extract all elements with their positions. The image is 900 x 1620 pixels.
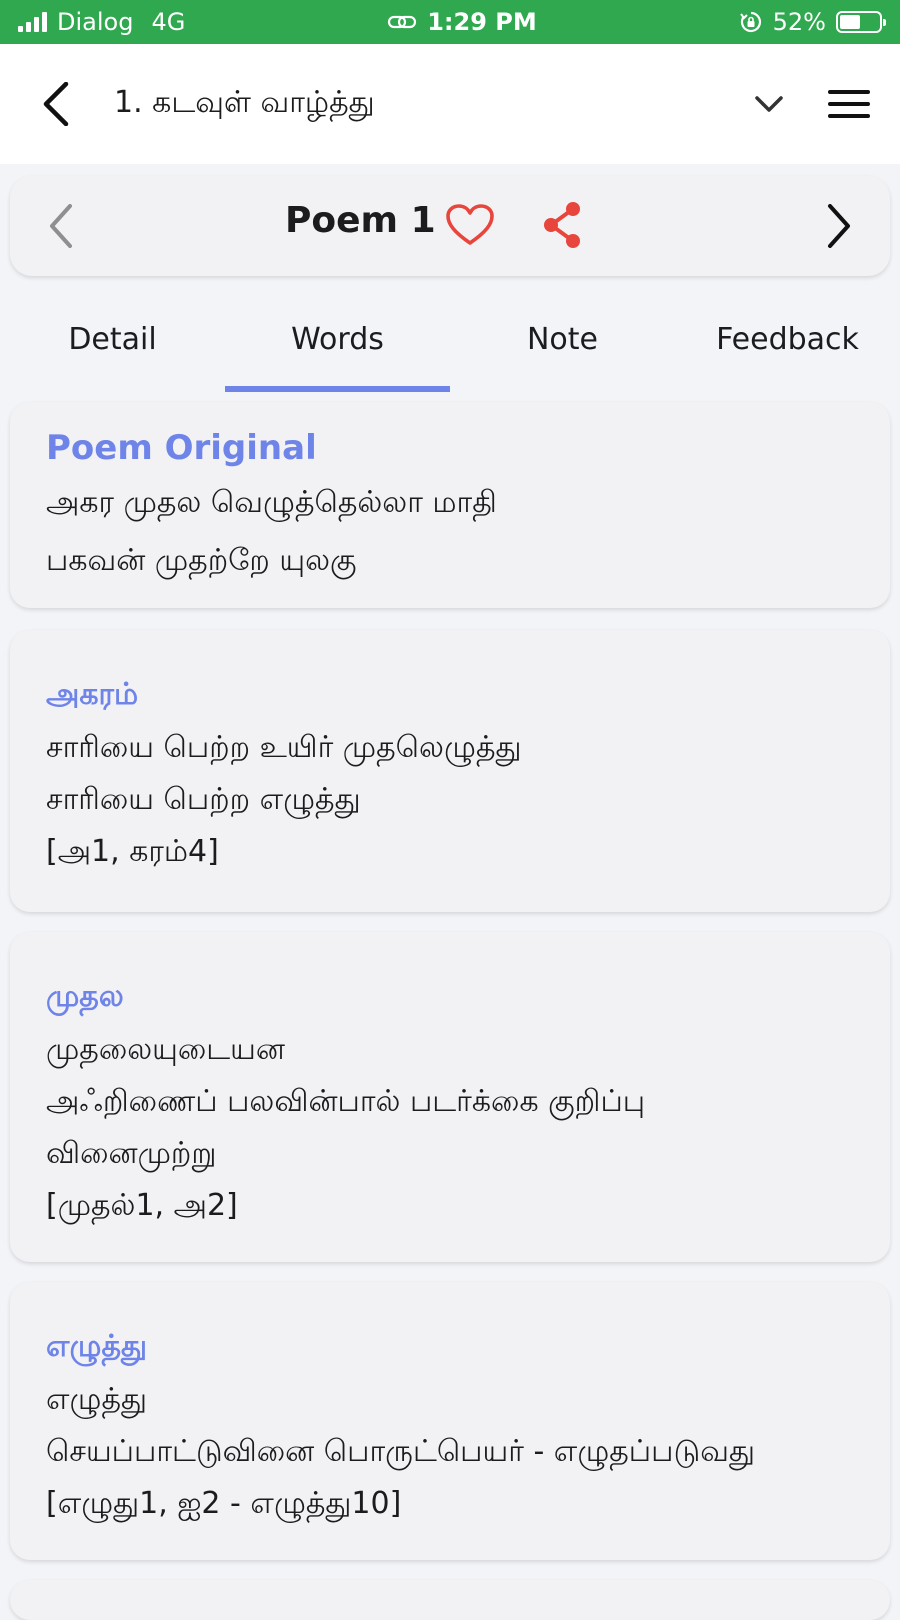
- status-time: 1:29 PM: [427, 8, 537, 36]
- status-bar: Dialog 4G 1:29 PM 52%: [0, 0, 900, 44]
- dropdown-button[interactable]: [754, 94, 784, 114]
- word-title: அகரம்: [46, 677, 139, 712]
- word-meaning: செயப்பாட்டுவினை பொருட்பெயர் - எழுதப்படுவ…: [46, 1434, 755, 1469]
- chevron-right-icon: [828, 204, 850, 248]
- word-meaning: அஃறிணைப் பலவின்பால் படர்க்கை குறிப்பு: [46, 1084, 646, 1119]
- tab-feedback[interactable]: Feedback: [675, 300, 900, 392]
- word-meaning: சாரியை பெற்ற எழுத்து: [46, 782, 361, 817]
- share-icon: [544, 202, 580, 248]
- signal-icon: [18, 12, 47, 32]
- word-split: [எழுது1, ஐ2 - எழுத்து10]: [46, 1486, 402, 1521]
- word-split: [அ1, கரம்4]: [46, 834, 219, 869]
- heart-icon: [446, 204, 494, 245]
- word-title: எழுத்து: [46, 1329, 148, 1364]
- chevron-down-icon: [755, 96, 783, 112]
- tab-words[interactable]: Words: [225, 300, 450, 392]
- app-header: 1. கடவுள் வாழ்த்து: [0, 44, 900, 164]
- word-meaning: சாரியை பெற்ற உயிர் முதலெழுத்து: [46, 730, 522, 765]
- word-card: முதல முதலையுடையன அஃறிணைப் பலவின்பால் படர…: [10, 932, 890, 1262]
- word-title: முதல: [46, 979, 124, 1014]
- status-center: 1:29 PM: [387, 8, 537, 36]
- back-button[interactable]: [40, 82, 70, 126]
- word-meaning: முதலையுடையன: [46, 1032, 285, 1067]
- word-card: அகரம் சாரியை பெற்ற உயிர் முதலெழுத்து சார…: [10, 630, 890, 912]
- next-poem-button[interactable]: [826, 204, 852, 248]
- word-meaning: வினைமுற்று: [46, 1136, 217, 1171]
- status-left: Dialog 4G: [18, 8, 185, 36]
- link-icon: [388, 15, 417, 29]
- hamburger-menu-icon: [828, 90, 870, 118]
- battery-percent: 52%: [772, 8, 826, 36]
- word-card-partial: [10, 1580, 890, 1620]
- tab-bar: Detail Words Note Feedback: [0, 300, 900, 392]
- poem-title: Poem 1: [285, 200, 436, 241]
- poem-navigation: Poem 1: [10, 176, 890, 276]
- menu-button[interactable]: [828, 88, 870, 120]
- poem-line: அகர முதல வெழுத்தெல்லா மாதி: [46, 485, 497, 520]
- status-right: 52%: [739, 8, 886, 36]
- share-button[interactable]: [540, 200, 584, 250]
- tab-detail[interactable]: Detail: [0, 300, 225, 392]
- chevron-left-icon: [50, 204, 72, 248]
- poem-original-title: Poem Original: [46, 428, 317, 468]
- favorite-button[interactable]: [446, 204, 494, 246]
- network-type: 4G: [151, 8, 186, 36]
- page-title: 1. கடவுள் வாழ்த்து: [114, 84, 375, 120]
- previous-poem-button[interactable]: [48, 204, 74, 248]
- battery-icon: [835, 11, 886, 33]
- poem-line: பகவன் முதற்றே யுலகு: [46, 543, 357, 578]
- tab-note[interactable]: Note: [450, 300, 675, 392]
- poem-original-card: Poem Original அகர முதல வெழுத்தெல்லா மாதி…: [10, 402, 890, 608]
- word-meaning: எழுத்து: [46, 1382, 148, 1417]
- word-card: எழுத்து எழுத்து செயப்பாட்டுவினை பொருட்பெ…: [10, 1282, 890, 1560]
- carrier-name: Dialog: [57, 8, 134, 36]
- battery-fill: [839, 15, 860, 29]
- word-split: [முதல்1, அ2]: [46, 1188, 238, 1223]
- chevron-left-icon: [43, 82, 69, 126]
- rotation-lock-icon: [739, 11, 761, 33]
